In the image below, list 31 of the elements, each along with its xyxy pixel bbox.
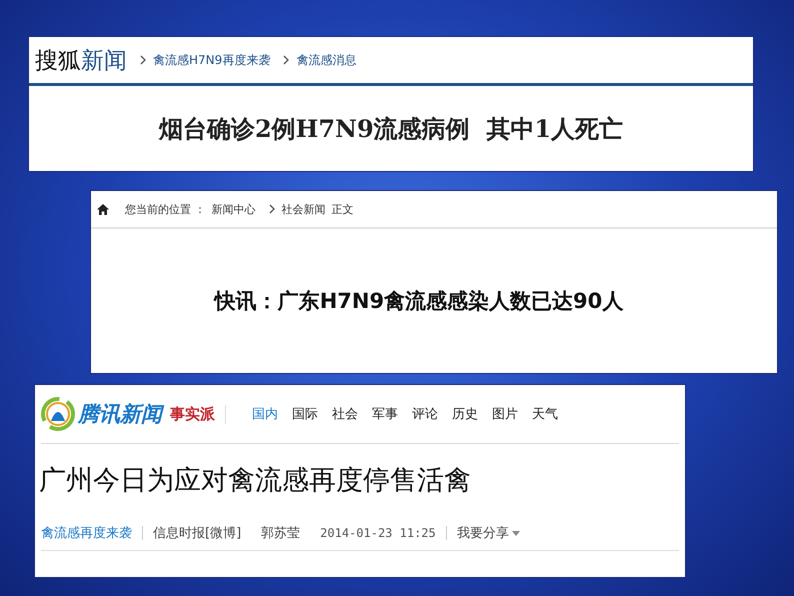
chevron-icon: [139, 55, 147, 65]
publish-date: 2014-01-23 11:25: [319, 526, 437, 540]
site-logo[interactable]: 搜狐新闻: [35, 44, 127, 76]
breadcrumb-link[interactable]: 禽流感消息: [296, 52, 356, 68]
nav-tab[interactable]: 军事: [372, 405, 398, 423]
headline: 快讯：广东H7N9禽流感感染人数已达90人: [214, 288, 624, 315]
source-text: 信息时报[微博]: [152, 525, 242, 542]
nav-tab[interactable]: 社会: [332, 405, 358, 423]
nav-tab[interactable]: 评论: [412, 405, 438, 423]
breadcrumb-link[interactable]: 新闻中心: [212, 202, 256, 216]
caret-icon: [512, 530, 520, 536]
share-button[interactable]: 我要分享: [446, 524, 530, 542]
page-label: 正文: [332, 202, 354, 216]
location-label: 您当前的位置 ：: [125, 202, 206, 216]
column-logo[interactable]: 事实派: [170, 404, 226, 424]
nav-tab[interactable]: 天气: [532, 405, 558, 423]
headline: 广州今日为应对禽流感再度停售活禽: [39, 464, 471, 498]
site-logo[interactable]: 腾讯新闻: [78, 400, 162, 428]
logo-icon: [41, 397, 75, 431]
chevron-icon: [282, 55, 290, 65]
headline: 烟台确诊2例H7N9流感病例 其中1人死亡: [158, 112, 624, 144]
author-name: 郭苏莹: [260, 525, 302, 542]
home-icon: [97, 204, 109, 214]
nav-tab[interactable]: 国际: [292, 405, 318, 423]
nav-tab[interactable]: 图片: [492, 405, 518, 423]
nav-tab[interactable]: 历史: [452, 405, 478, 423]
nav-tab[interactable]: 国内: [252, 405, 278, 423]
topic-link[interactable]: 禽流感再度来袭: [41, 524, 142, 542]
breadcrumb-link[interactable]: 禽流感H7N9再度来袭: [153, 52, 270, 68]
breadcrumb-link[interactable]: 社会新闻: [282, 202, 326, 216]
chevron-icon: [268, 204, 276, 214]
